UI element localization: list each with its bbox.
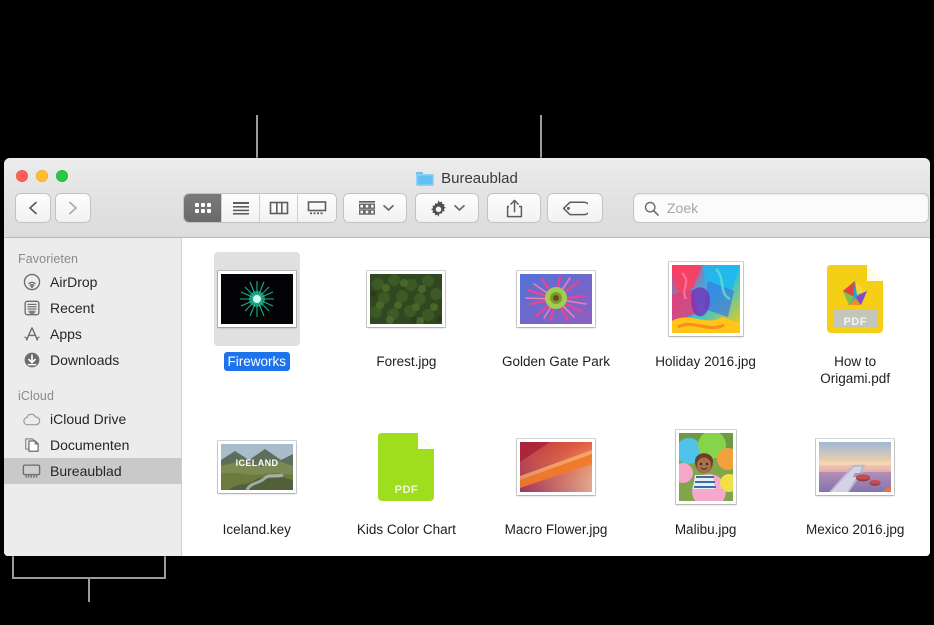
sidebar-item-airdrop[interactable]: AirDrop — [4, 269, 181, 295]
action-button[interactable] — [416, 194, 478, 222]
sidebar-item-label: Bureaublad — [50, 463, 122, 479]
close-button[interactable] — [16, 170, 28, 182]
paint-thumbnail — [663, 252, 749, 346]
file-item[interactable]: Macro Flower.jpg — [481, 416, 631, 556]
sidebar-item-documenten[interactable]: Documenten — [4, 432, 181, 458]
sidebar-callout-stem — [88, 577, 90, 602]
sidebar-item-label: AirDrop — [50, 274, 98, 290]
file-label: Holiday 2016.jpg — [655, 354, 756, 369]
iceland-thumbnail: ICELAND — [214, 420, 300, 514]
traffic-lights — [16, 170, 68, 182]
arrange-icon — [358, 201, 375, 215]
file-label: Forest.jpg — [376, 354, 437, 369]
file-grid: Fireworks Forest.jpg Golden Gate Park Ho… — [182, 248, 930, 556]
sidebar-section-icloud-header: iCloud — [18, 389, 55, 403]
file-item[interactable]: PDF How to Origami.pdf — [780, 248, 930, 416]
column-view-button[interactable] — [260, 194, 298, 222]
screenshot-stage: Bureaublad Zoek Favorieten AirDrop Recen… — [0, 0, 934, 625]
file-label: How to Origami.pdf — [820, 354, 891, 386]
coverflow-view-button[interactable] — [298, 194, 336, 222]
file-item[interactable]: PDF Kids Color Chart — [332, 416, 482, 556]
recent-icon — [22, 299, 41, 318]
file-label: Golden Gate Park — [501, 354, 611, 369]
share-button[interactable] — [488, 194, 540, 222]
file-item[interactable]: Mexico 2016.jpg — [780, 416, 930, 556]
sidebar-item-label: Downloads — [50, 352, 120, 368]
folder-icon — [416, 171, 435, 186]
sidebar-item-icloud-drive[interactable]: iCloud Drive — [4, 406, 181, 432]
fireworks-thumbnail — [213, 252, 300, 346]
page-title: Bureaublad — [441, 170, 518, 187]
file-label: Iceland.key — [222, 522, 291, 537]
search-field[interactable]: Zoek — [634, 194, 928, 222]
search-icon — [644, 201, 659, 216]
coverflow-view-icon — [307, 201, 327, 215]
airdrop-icon — [22, 273, 41, 292]
sidebar-item-apps[interactable]: Apps — [4, 321, 181, 347]
list-view-button[interactable] — [222, 194, 260, 222]
tag-icon — [562, 200, 588, 215]
mexico-thumbnail — [812, 420, 898, 514]
window-body: Favorieten AirDrop Recent Apps Downloads… — [4, 238, 930, 556]
file-item[interactable]: Holiday 2016.jpg — [631, 248, 781, 416]
sidebar-section-favorieten-header: Favorieten — [18, 252, 79, 266]
file-item[interactable]: Golden Gate Park — [481, 248, 631, 416]
search-placeholder: Zoek — [667, 200, 699, 216]
pdf-badge-label: PDF — [843, 316, 867, 328]
forest-thumbnail — [363, 252, 449, 346]
sidebar-item-recent[interactable]: Recent — [4, 295, 181, 321]
minimize-button[interactable] — [36, 170, 48, 182]
window-title-bar: Bureaublad — [4, 170, 930, 187]
icon-view-button[interactable] — [184, 194, 222, 222]
sidebar-item-label: Recent — [50, 300, 95, 316]
chevron-down-icon — [454, 204, 465, 211]
sidebar-item-label: Documenten — [50, 437, 130, 453]
file-item[interactable]: Forest.jpg — [332, 248, 482, 416]
share-icon — [506, 199, 522, 217]
sidebar-item-downloads[interactable]: Downloads — [4, 347, 181, 373]
file-item[interactable]: Fireworks — [182, 248, 332, 416]
file-item[interactable]: ICELAND Iceland.key — [182, 416, 332, 556]
file-label: Malibu.jpg — [674, 522, 737, 537]
file-grid-area: Fireworks Forest.jpg Golden Gate Park Ho… — [182, 238, 930, 556]
desktop-icon — [22, 462, 41, 481]
finder-window: Bureaublad Zoek Favorieten AirDrop Recen… — [4, 158, 930, 556]
file-item[interactable]: Malibu.jpg — [631, 416, 781, 556]
tags-button[interactable] — [548, 194, 602, 222]
kids-pdf-icon: PDF — [363, 420, 449, 514]
sidebar-item-bureaublad[interactable]: Bureaublad — [4, 458, 181, 484]
toolbar: Zoek — [4, 194, 930, 224]
sidebar-callout-left-tick — [12, 556, 14, 579]
column-view-icon — [269, 201, 288, 215]
flower-thumbnail — [513, 252, 599, 346]
malibu-thumbnail — [663, 420, 749, 514]
file-label: Macro Flower.jpg — [504, 522, 608, 537]
macro-thumbnail — [513, 420, 599, 514]
documents-icon — [22, 436, 41, 455]
file-label: Kids Color Chart — [356, 522, 456, 537]
icon-view-icon — [194, 203, 211, 213]
gear-icon — [431, 199, 446, 217]
origami-pdf-icon: PDF — [812, 252, 898, 346]
view-segmented-control — [184, 194, 336, 222]
file-label: Fireworks — [223, 352, 291, 371]
sidebar-item-label: Apps — [50, 326, 82, 342]
downloads-icon — [22, 351, 41, 370]
arrange-button[interactable] — [344, 194, 406, 222]
window-chrome: Bureaublad Zoek — [4, 158, 930, 238]
chevron-down-icon — [382, 204, 394, 211]
apps-icon — [22, 325, 41, 344]
sidebar: Favorieten AirDrop Recent Apps Downloads… — [4, 238, 182, 556]
cloud-icon — [22, 410, 41, 429]
file-label: Mexico 2016.jpg — [806, 522, 905, 537]
sidebar-callout-right-tick — [164, 556, 166, 579]
list-view-icon — [232, 202, 249, 215]
svg-text:ICELAND: ICELAND — [235, 458, 278, 468]
pdf-badge-label: PDF — [394, 484, 419, 496]
zoom-button[interactable] — [56, 170, 68, 182]
sidebar-item-label: iCloud Drive — [50, 411, 127, 427]
